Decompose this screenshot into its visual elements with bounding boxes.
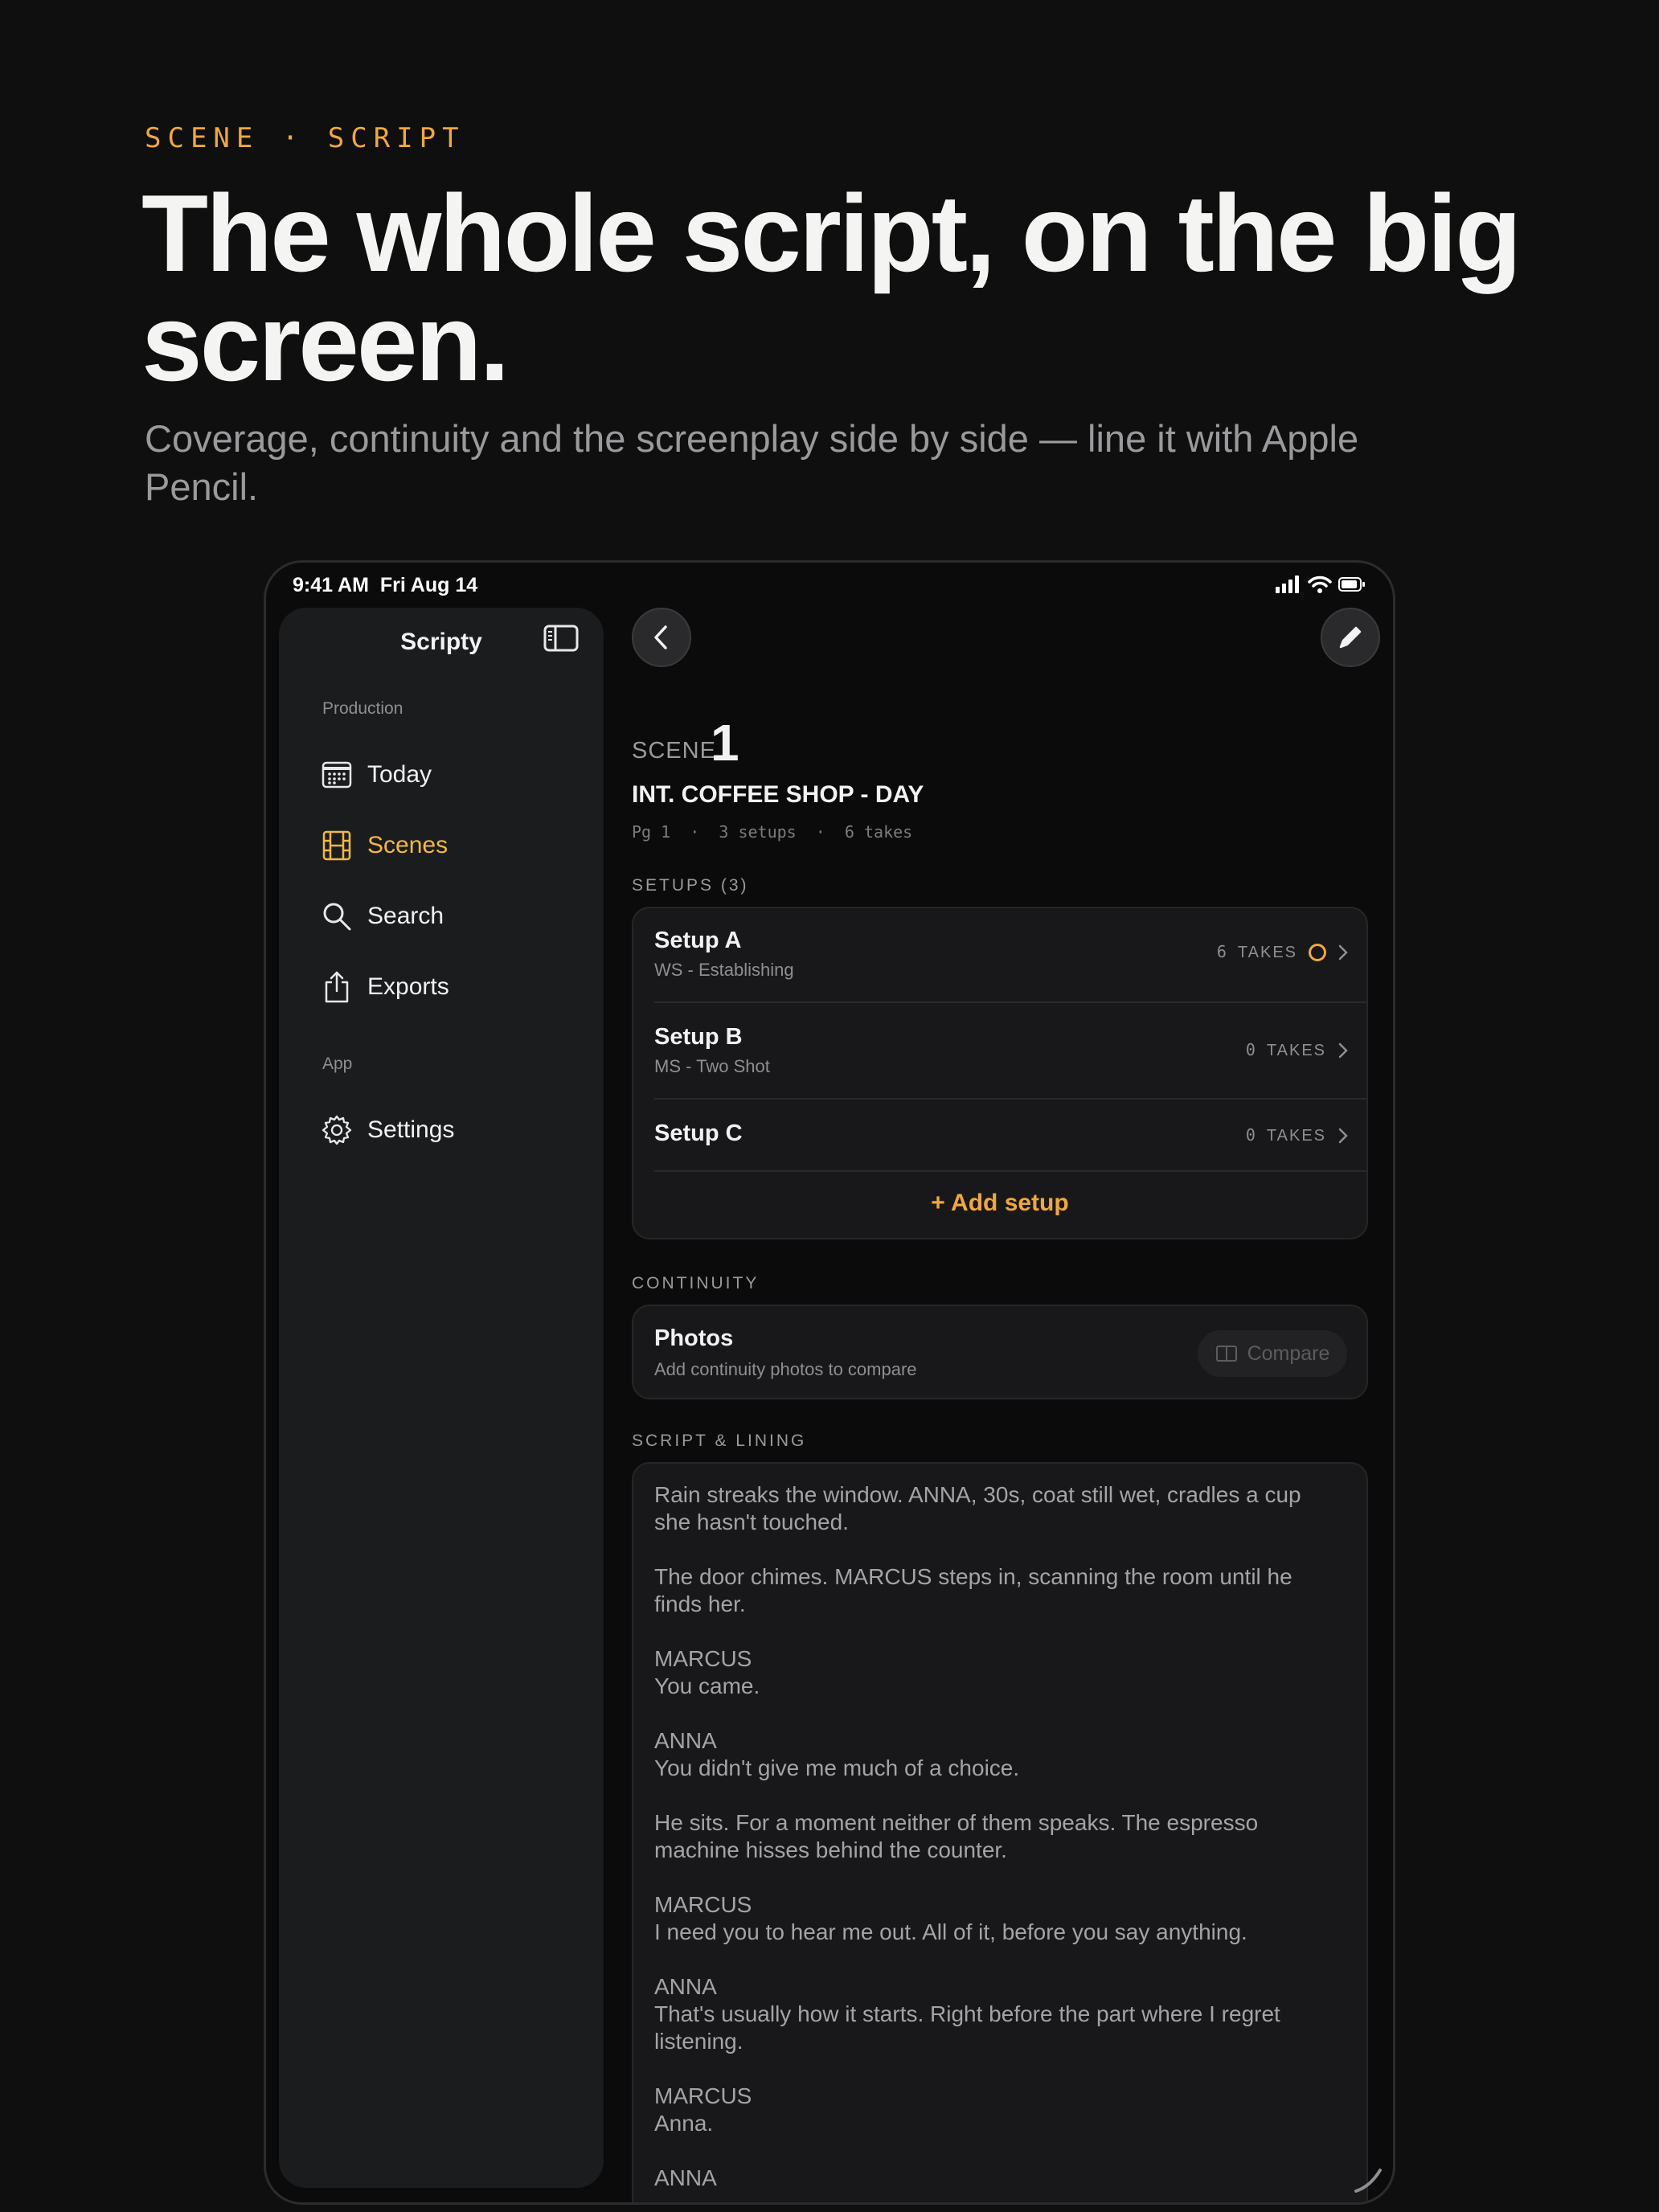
scene-number: 1 <box>711 714 739 772</box>
setup-row-b[interactable]: Setup B MS - Two Shot 0 TAKES <box>654 1003 1366 1100</box>
setup-name: Setup B <box>654 1024 743 1050</box>
takes-count: 6 TAKES <box>1216 942 1297 961</box>
sidebar-section-production: Production <box>322 699 403 718</box>
subhead: Coverage, continuity and the screenplay … <box>145 417 1359 508</box>
photos-title: Photos <box>654 1325 734 1351</box>
setup-row-a[interactable]: Setup A WS - Establishing 6 TAKES <box>654 908 1366 1003</box>
setup-meta: 6 TAKES <box>1217 942 1349 962</box>
pencil-stroke-mark <box>1354 2169 1382 2193</box>
takes-count: 0 TAKES <box>1245 1040 1326 1059</box>
setup-subtitle: MS - Two Shot <box>654 1056 770 1076</box>
scene-heading: INT. COFFEE SHOP - DAY <box>632 781 924 808</box>
script-paragraph: MARCUS You came. <box>654 1646 760 1698</box>
setups-section-label: SETUPS (3) <box>632 876 749 895</box>
script-section-label: SCRIPT & LINING <box>632 1432 807 1450</box>
sidebar-item-today[interactable]: Today <box>321 754 578 796</box>
script-paragraph: He sits. For a moment neither of them sp… <box>654 1810 1259 1862</box>
headline: The whole script, on the big screen. <box>141 172 1522 403</box>
scene-meta: Pg 1 · 3 setups · 6 takes <box>632 822 913 842</box>
eyebrow: SCENE · SCRIPT <box>145 122 465 154</box>
script-paragraph: ANNA <box>654 2165 717 2190</box>
setup-name: Setup C <box>654 1120 743 1146</box>
sidebar-item-settings[interactable]: Settings <box>321 1109 578 1151</box>
chevron-left-icon <box>654 625 667 649</box>
compare-label: Compare <box>1247 1342 1330 1365</box>
status-bar: 9:41 AM Fri Aug 14 <box>266 563 1393 611</box>
pencil-icon <box>1339 626 1362 649</box>
setup-row-c[interactable]: Setup C 0 TAKES <box>654 1100 1366 1172</box>
chevron-right-icon <box>1338 944 1348 960</box>
takes-count: 0 TAKES <box>1245 1125 1326 1145</box>
continuity-section-label: CONTINUITY <box>632 1274 760 1292</box>
sidebar-item-label: Settings <box>367 1116 455 1143</box>
script-paragraph: ANNA You didn't give me much of a choice… <box>654 1728 1020 1780</box>
take-status-ring-icon <box>1309 943 1326 961</box>
split-view-icon <box>1215 1346 1237 1362</box>
continuity-card: Photos Add continuity photos to compare … <box>632 1305 1368 1399</box>
sidebar-item-scenes[interactable]: Scenes <box>321 825 578 866</box>
calendar-icon <box>321 759 353 791</box>
sidebar-section-app: App <box>322 1055 353 1073</box>
script-paragraph: MARCUS Anna. <box>654 2083 752 2136</box>
gear-icon <box>321 1114 353 1146</box>
setups-card: Setup A WS - Establishing 6 TAKES Setup … <box>632 907 1368 1239</box>
sidebar: Scripty Production Today Scenes Search E… <box>279 608 604 2188</box>
status-icons <box>1276 576 1366 593</box>
chevron-right-icon <box>1338 1128 1348 1143</box>
setup-name: Setup A <box>654 928 742 953</box>
chevron-right-icon <box>1338 1043 1348 1058</box>
script-paragraph: MARCUS I need you to hear me out. All of… <box>654 1892 1247 1944</box>
compare-button[interactable]: Compare <box>1198 1330 1347 1377</box>
scene-label: SCENE <box>632 738 716 764</box>
sidebar-item-label: Exports <box>367 973 449 1000</box>
edit-button[interactable] <box>1321 608 1380 667</box>
battery-icon <box>1338 577 1365 592</box>
ipad-frame: 9:41 AM Fri Aug 14 Scripty Production To… <box>264 560 1395 2205</box>
status-time: 9:41 AM Fri Aug 14 <box>293 574 478 596</box>
sidebar-item-search[interactable]: Search <box>321 895 578 937</box>
sidebar-item-label: Search <box>367 903 444 929</box>
film-icon <box>321 830 353 862</box>
photos-subtitle: Add continuity photos to compare <box>654 1359 917 1379</box>
search-icon <box>321 900 353 932</box>
sidebar-item-exports[interactable]: Exports <box>321 966 578 1008</box>
script-text: Rain streaks the window. ANNA, 30s, coat… <box>654 1481 1337 2202</box>
setup-subtitle: WS - Establishing <box>654 960 794 980</box>
add-setup-button[interactable]: + Add setup <box>633 1190 1366 1217</box>
setup-meta: 0 TAKES <box>1246 1125 1349 1145</box>
script-paragraph: The door chimes. MARCUS steps in, scanni… <box>654 1564 1292 1616</box>
sidebar-item-label: Scenes <box>367 832 449 858</box>
script-paragraph: ANNA That's usually how it starts. Right… <box>654 1974 1280 2054</box>
sidebar-toggle-icon[interactable] <box>543 622 580 654</box>
cellular-icon <box>1276 576 1299 593</box>
back-button[interactable] <box>632 608 691 667</box>
wifi-icon <box>1308 576 1332 593</box>
sidebar-item-label: Today <box>367 761 432 788</box>
script-paragraph: Rain streaks the window. ANNA, 30s, coat… <box>654 1482 1301 1534</box>
share-icon <box>321 971 353 1003</box>
script-card[interactable]: Rain streaks the window. ANNA, 30s, coat… <box>632 1462 1368 2202</box>
setup-meta: 0 TAKES <box>1246 1040 1349 1060</box>
